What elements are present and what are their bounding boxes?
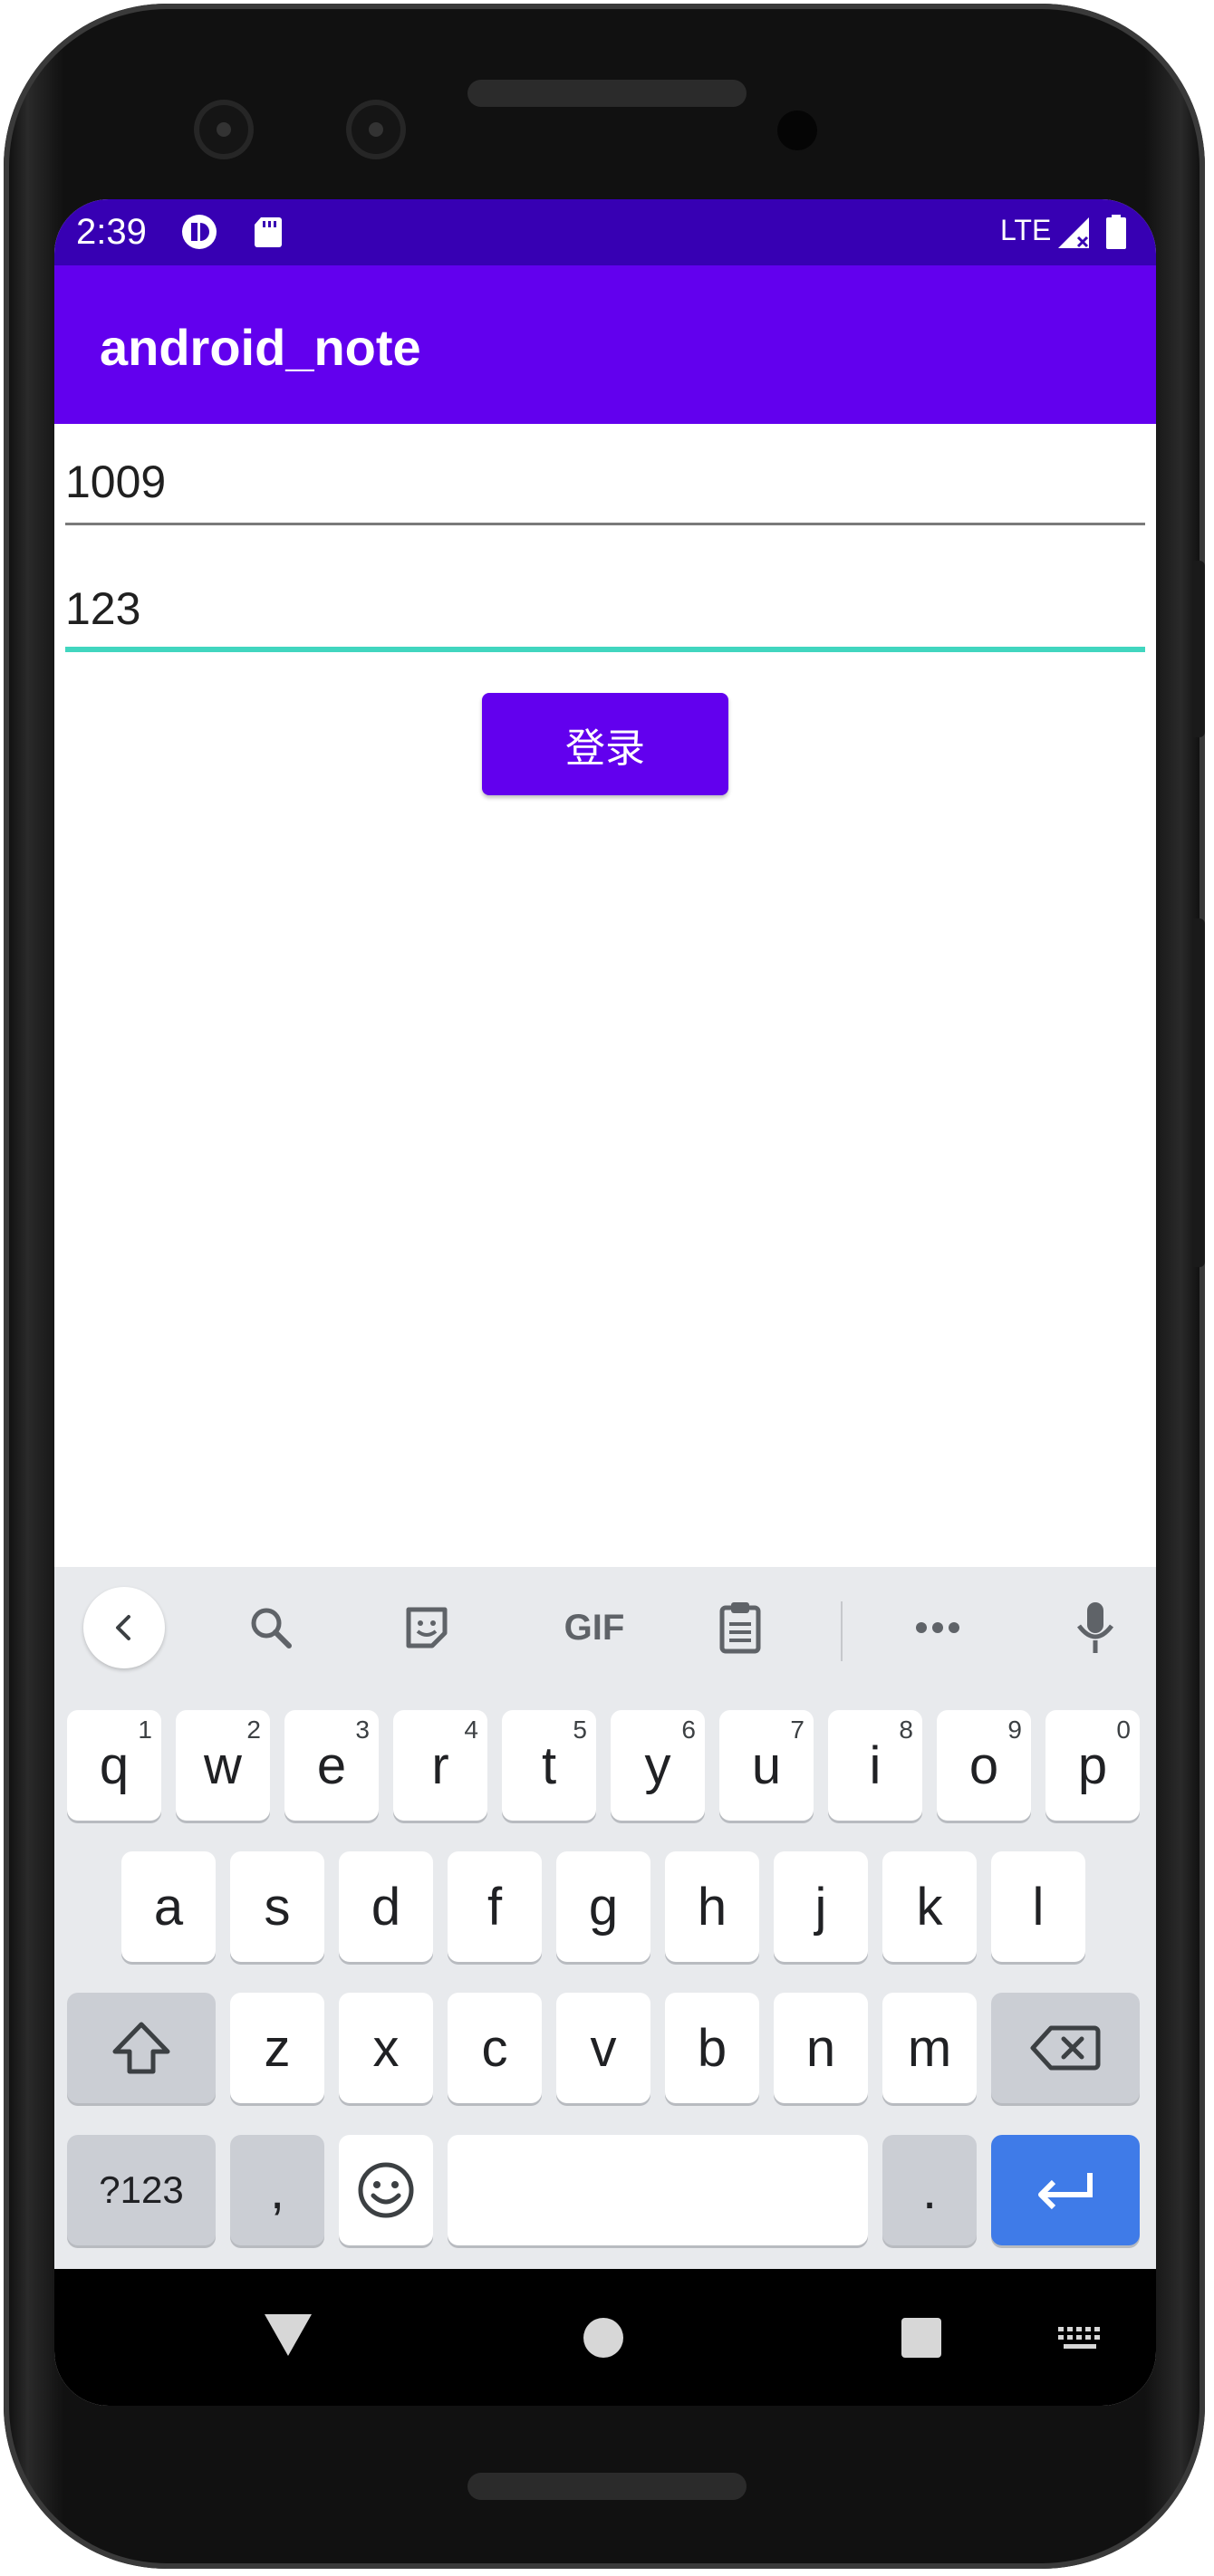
backspace-key[interactable] [991, 1993, 1140, 2103]
key-c[interactable]: c [448, 1993, 542, 2103]
key-p[interactable]: p0 [1045, 1710, 1140, 1821]
more-icon[interactable] [897, 1587, 978, 1668]
username-field[interactable] [65, 444, 1145, 525]
front-camera-icon [194, 100, 254, 159]
screen: 2:39 LTE android_note 登录 [54, 199, 1156, 2406]
key-w[interactable]: w2 [176, 1710, 270, 1821]
username-underline [65, 523, 1145, 525]
key-e[interactable]: e3 [284, 1710, 379, 1821]
space-key[interactable] [448, 2135, 868, 2245]
key-h[interactable]: h [665, 1851, 759, 1962]
login-button[interactable]: 登录 [482, 693, 728, 795]
enter-key[interactable] [991, 2135, 1140, 2245]
status-time: 2:39 [76, 212, 147, 252]
key-r[interactable]: r4 [393, 1710, 487, 1821]
key-v[interactable]: v [556, 1993, 650, 2103]
password-underline [65, 647, 1145, 652]
gif-button[interactable]: GIF [540, 1587, 649, 1668]
key-d[interactable]: d [339, 1851, 433, 1962]
key-s[interactable]: s [230, 1851, 324, 1962]
key-n[interactable]: n [774, 1993, 868, 2103]
enter-icon [1038, 2173, 1093, 2210]
signal-icon [1058, 217, 1089, 248]
key-k[interactable]: k [882, 1851, 977, 1962]
toolbar-divider [841, 1601, 843, 1661]
key-i[interactable]: i8 [828, 1710, 922, 1821]
shift-icon [112, 2022, 170, 2074]
sticker-icon[interactable] [386, 1587, 467, 1668]
front-camera-icon [346, 100, 406, 159]
back-chevron-icon[interactable] [83, 1587, 165, 1668]
emoji-key[interactable] [339, 2135, 433, 2245]
key-u[interactable]: u7 [719, 1710, 814, 1821]
network-type: LTE [1000, 214, 1052, 246]
key-z[interactable]: z [230, 1993, 324, 2103]
recents-nav-icon[interactable] [901, 2317, 942, 2359]
key-m[interactable]: m [882, 1993, 977, 2103]
key-y[interactable]: y6 [611, 1710, 705, 1821]
microphone-icon[interactable] [1055, 1587, 1136, 1668]
key-j[interactable]: j [774, 1851, 868, 1962]
gif-label: GIF [564, 1607, 625, 1648]
sd-card-icon [255, 217, 282, 247]
symbols-key[interactable]: ?123 [67, 2135, 216, 2245]
navigation-bar [54, 2269, 1156, 2406]
app-title: android_note [100, 319, 421, 376]
period-key[interactable]: . [882, 2135, 977, 2245]
backspace-icon [1030, 2025, 1101, 2071]
volume-button [1192, 918, 1205, 1267]
username-input[interactable] [65, 444, 1145, 520]
soft-keyboard: GIF q1 w2 e3 r4 t5 y6 u7 i8 o9 p0 a s d … [54, 1567, 1156, 2269]
password-field[interactable] [65, 571, 1145, 652]
key-t[interactable]: t5 [502, 1710, 596, 1821]
keyboard-toolbar: GIF [54, 1567, 1156, 1694]
power-button [1192, 561, 1205, 737]
key-q[interactable]: q1 [67, 1710, 161, 1821]
keyboard-switch-icon[interactable] [1056, 2325, 1105, 2352]
clipboard-icon[interactable] [699, 1587, 781, 1668]
top-speaker [467, 80, 747, 107]
back-nav-icon[interactable] [263, 2312, 313, 2358]
bottom-speaker [467, 2473, 747, 2500]
search-icon[interactable] [230, 1587, 312, 1668]
key-a[interactable]: a [121, 1851, 216, 1962]
media-playback-icon [182, 215, 217, 249]
key-f[interactable]: f [448, 1851, 542, 1962]
key-g[interactable]: g [556, 1851, 650, 1962]
home-nav-icon[interactable] [583, 2317, 624, 2359]
key-b[interactable]: b [665, 1993, 759, 2103]
status-bar: 2:39 LTE [54, 199, 1156, 265]
key-o[interactable]: o9 [937, 1710, 1031, 1821]
shift-key[interactable] [67, 1993, 216, 2103]
password-input[interactable] [65, 571, 1145, 647]
key-l[interactable]: l [991, 1851, 1085, 1962]
key-x[interactable]: x [339, 1993, 433, 2103]
emoji-icon [358, 2162, 414, 2218]
proximity-sensor [777, 111, 817, 150]
comma-key[interactable]: , [230, 2135, 324, 2245]
battery-icon [1106, 215, 1126, 249]
app-bar: android_note [54, 265, 1156, 424]
